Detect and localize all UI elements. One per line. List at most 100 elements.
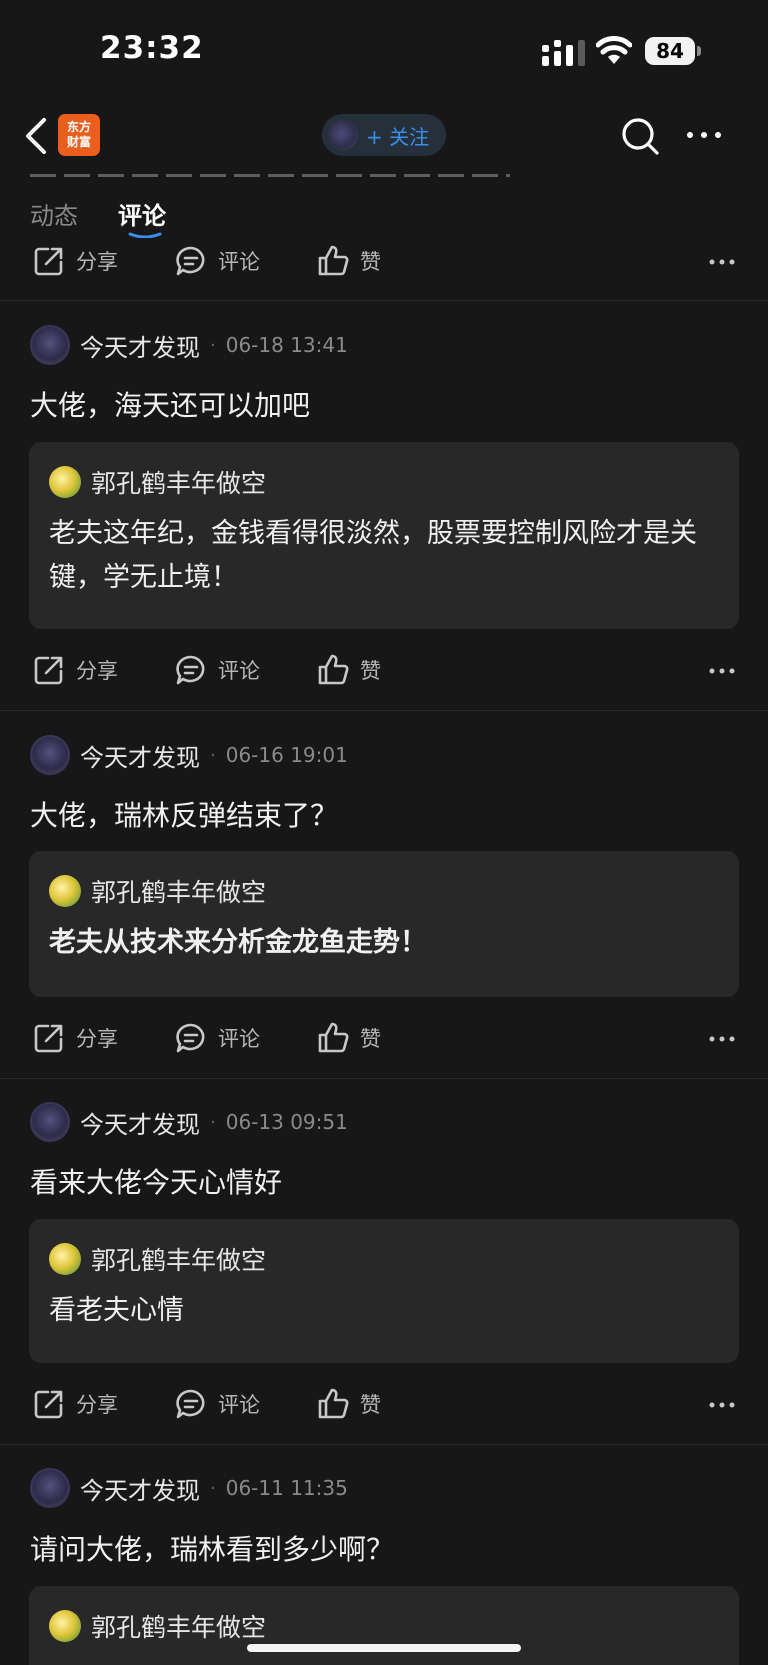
reply-quote[interactable]: 郭孔鹤丰年做空 老夫从技术来分析金龙鱼走势！ <box>29 851 739 997</box>
share-label: 分享 <box>76 250 118 274</box>
comment-date: 06-16 19:01 <box>225 743 348 767</box>
more-icon[interactable] <box>708 258 736 266</box>
share-icon <box>34 1024 63 1053</box>
like-button[interactable]: 赞 <box>316 643 381 697</box>
comment-text: 大佬，瑞林反弹结束了？ <box>30 799 339 832</box>
reply-quote[interactable]: 郭孔鹤丰年做空 看老夫心情 <box>29 1219 739 1363</box>
reply-header: 郭孔鹤丰年做空 <box>49 873 719 909</box>
reply-header: 郭孔鹤丰年做空 <box>49 464 719 500</box>
reply-text: 老夫从技术来分析金龙鱼走势！ <box>49 927 427 958</box>
avatar[interactable] <box>30 735 70 775</box>
thumbs-up-icon <box>318 1022 349 1053</box>
reply-author: 郭孔鹤丰年做空 <box>91 1613 267 1642</box>
thumbs-up-icon <box>318 245 349 276</box>
comment-button[interactable]: 评论 <box>174 1377 260 1431</box>
more-icon[interactable] <box>708 667 736 675</box>
comment-header: 今天才发现 · 06-16 19:01 <box>30 733 348 777</box>
reply-author: 郭孔鹤丰年做空 <box>91 878 267 907</box>
separator-dot: · <box>210 1477 216 1499</box>
reply-quote[interactable]: 郭孔鹤丰年做空 老夫这年纪，金钱看得很淡然，股票要控制风险才是关键，学无止境！ <box>29 442 739 629</box>
avatar[interactable] <box>30 325 70 365</box>
tab-dynamics[interactable]: 动态 <box>30 196 78 231</box>
share-button[interactable]: 分享 <box>32 643 118 697</box>
profile-avatar <box>328 120 358 150</box>
wifi-icon <box>596 36 632 64</box>
follow-label: + 关注 <box>366 124 430 149</box>
home-indicator[interactable] <box>247 1644 521 1652</box>
more-options-icon[interactable] <box>684 122 724 148</box>
comment-action-bar: 分享 评论 赞 <box>0 1377 768 1431</box>
divider <box>0 1078 768 1079</box>
comment-author[interactable]: 今天才发现 <box>80 1471 200 1506</box>
more-icon[interactable] <box>708 1401 736 1409</box>
avatar[interactable] <box>30 1102 70 1142</box>
separator-dot: · <box>210 334 216 356</box>
comment-date: 06-13 09:51 <box>225 1110 348 1134</box>
comment-header: 今天才发现 · 06-13 09:51 <box>30 1100 348 1144</box>
reply-text: 看老夫心情 <box>49 1295 184 1326</box>
status-time: 23:32 <box>100 30 204 66</box>
battery-level: 84 <box>645 37 695 65</box>
post-action-bar: 分享 评论 赞 <box>0 234 768 288</box>
scrolled-content-edge <box>30 172 510 180</box>
share-button[interactable]: 分享 <box>32 234 118 288</box>
reply-author: 郭孔鹤丰年做空 <box>91 1246 267 1275</box>
comment-label: 评论 <box>218 250 260 274</box>
like-button[interactable]: 赞 <box>316 1377 381 1431</box>
reply-avatar <box>49 1610 81 1642</box>
separator-dot: · <box>210 744 216 766</box>
comment-author[interactable]: 今天才发现 <box>80 328 200 363</box>
comment-icon <box>176 1023 205 1053</box>
comment-action-bar: 分享 评论 赞 <box>0 643 768 697</box>
back-arrow-icon[interactable] <box>22 116 52 156</box>
reply-header: 郭孔鹤丰年做空 <box>49 1241 719 1277</box>
comment-icon <box>176 1389 205 1419</box>
comment-icon <box>176 655 205 685</box>
more-icon[interactable] <box>708 1035 736 1043</box>
like-button[interactable]: 赞 <box>316 234 381 288</box>
share-label: 分享 <box>76 659 118 683</box>
reply-avatar <box>49 1243 81 1275</box>
battery-cap <box>697 46 701 56</box>
comment-header: 今天才发现 · 06-18 13:41 <box>30 323 348 367</box>
thumbs-up-icon <box>318 654 349 685</box>
tab-comments[interactable]: 评论 <box>118 196 166 231</box>
like-label: 赞 <box>360 1027 381 1051</box>
top-nav-bar: 东方 财富 + 关注 <box>0 100 768 174</box>
comment-button[interactable]: 评论 <box>174 234 260 288</box>
status-bar: 23:32 84 <box>0 0 768 100</box>
comment-text: 请问大佬，瑞林看到多少啊？ <box>30 1533 395 1566</box>
comment-icon <box>176 246 205 276</box>
like-label: 赞 <box>360 1393 381 1417</box>
cellular-signal-icon <box>542 40 585 66</box>
share-icon <box>34 1390 63 1419</box>
comment-button[interactable]: 评论 <box>174 643 260 697</box>
content-tabs: 动态 评论 <box>0 190 768 240</box>
comment-author[interactable]: 今天才发现 <box>80 1105 200 1140</box>
comment-label: 评论 <box>218 1027 260 1051</box>
like-label: 赞 <box>360 659 381 683</box>
like-button[interactable]: 赞 <box>316 1011 381 1065</box>
reply-quote[interactable]: 郭孔鹤丰年做空 <box>29 1586 739 1665</box>
divider <box>0 300 768 301</box>
avatar[interactable] <box>30 1468 70 1508</box>
share-button[interactable]: 分享 <box>32 1377 118 1431</box>
comment-author[interactable]: 今天才发现 <box>80 738 200 773</box>
divider <box>0 1444 768 1445</box>
reply-header: 郭孔鹤丰年做空 <box>49 1608 719 1644</box>
follow-button[interactable]: + 关注 <box>322 114 446 156</box>
like-label: 赞 <box>360 250 381 274</box>
separator-dot: · <box>210 1111 216 1133</box>
search-icon[interactable] <box>620 116 660 156</box>
comment-button[interactable]: 评论 <box>174 1011 260 1065</box>
divider <box>0 710 768 711</box>
comment-label: 评论 <box>218 1393 260 1417</box>
share-icon <box>34 656 63 685</box>
reply-avatar <box>49 466 81 498</box>
app-logo[interactable]: 东方 财富 <box>58 114 100 156</box>
reply-avatar <box>49 875 81 907</box>
comment-header: 今天才发现 · 06-11 11:35 <box>30 1466 348 1510</box>
comment-date: 06-11 11:35 <box>225 1476 348 1500</box>
comment-text: 大佬，海天还可以加吧 <box>30 389 311 422</box>
share-button[interactable]: 分享 <box>32 1011 118 1065</box>
